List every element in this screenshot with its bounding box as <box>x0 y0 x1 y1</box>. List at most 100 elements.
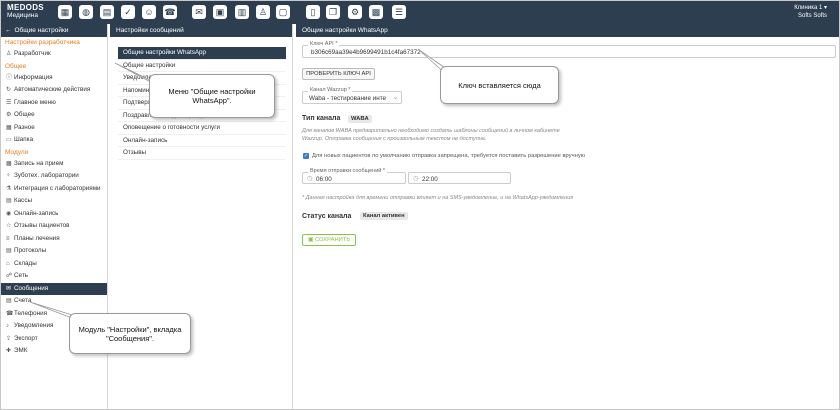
calendar-icon: ▦ <box>6 160 12 167</box>
sidebar-item-label: Экспорт <box>14 334 38 342</box>
wazzup-channel-value: Waba - тестирование инте <box>309 95 387 102</box>
sidebar-item-label: Информация <box>14 73 53 81</box>
sidebar-item-label: Шапка <box>14 136 34 143</box>
document-icon[interactable]: ▤ <box>100 5 114 19</box>
whatsapp-settings-panel: Общие настройки WhatsApp b306c69aa39e4b9… <box>296 24 839 409</box>
sidebar-item[interactable]: ⚙ Общее <box>1 109 107 122</box>
network-icon: ☍ <box>6 273 13 279</box>
sidebar-item-label: Сеть <box>14 272 29 279</box>
sidebar-item-label: Протоколы <box>14 247 47 254</box>
phone-icon[interactable]: ☎ <box>163 5 177 19</box>
sidebar-section-header: Настройки разработчика <box>5 39 80 46</box>
person-icon: ♙ <box>6 51 12 57</box>
time-to-value: 22:00 <box>422 176 438 183</box>
gear-icon: ⚙ <box>6 112 12 118</box>
sidebar-item-label: Разработчик <box>14 50 51 57</box>
clinic-user-info[interactable]: Клиника 1 Softs Softs <box>794 4 827 20</box>
clinic-name[interactable]: Клиника 1 <box>794 4 827 12</box>
messages-settings-item[interactable]: Общие настройки <box>118 60 286 72</box>
sidebar-item-label: Телефония <box>14 309 48 317</box>
warehouse-icon: ⌂ <box>6 260 10 267</box>
gear-icon[interactable]: ⚙ <box>348 5 362 19</box>
sidebar-item-label: Планы лечения <box>14 234 60 242</box>
sidebar-item[interactable]: ↻ Автоматические действия <box>1 84 107 97</box>
list-icon[interactable]: ☰ <box>392 5 406 19</box>
sidebar-item[interactable]: ⌂ Склады <box>1 258 107 271</box>
wazzup-channel-label: Канал Wazzup * <box>308 87 353 93</box>
copy-icon[interactable]: ❐ <box>326 5 340 19</box>
sidebar-item[interactable]: ▦ Разное <box>1 122 107 135</box>
sidebar-item-label: Онлайн-запись <box>14 209 59 217</box>
handshake-icon[interactable]: ◍ <box>79 5 93 19</box>
save-button-label: СОХРАНИТЬ <box>314 237 351 243</box>
waba-hint: Для каналов WABA предварительно необходи… <box>302 128 560 142</box>
mail-icon[interactable]: ✉ <box>192 5 206 19</box>
time-to-input[interactable]: ◷ 22:00 <box>408 172 511 184</box>
star-icon: ☆ <box>6 223 12 229</box>
sidebar-item[interactable]: ▦ Запись на прием <box>1 158 107 171</box>
messages-settings-item[interactable]: Общие настройки WhatsApp <box>118 47 286 60</box>
callout-module-tab: Модуль "Настройки", вкладка "Сообщения". <box>69 313 191 354</box>
clock-icon: ◷ <box>307 175 313 182</box>
sidebar-item-label: Разное <box>14 123 35 131</box>
globe-icon: ◉ <box>6 210 12 217</box>
user-card-icon[interactable]: ▣ <box>213 5 227 19</box>
messages-settings-item[interactable]: Отзывы <box>118 147 286 160</box>
api-key-input[interactable]: b306c69aa39e4b9699491b1c4fa67372 <box>302 45 836 58</box>
channel-type-label: Тип канала <box>302 115 341 122</box>
new-patients-checkbox[interactable]: ✓ <box>303 153 309 159</box>
user-name[interactable]: Softs Softs <box>794 12 827 20</box>
sidebar-item-label: Счета <box>14 297 32 304</box>
check-api-key-button[interactable]: ПРОВЕРИТЬ КЛЮЧ API <box>302 68 375 80</box>
sidebar-item[interactable]: ♆ Зуботех. лаборатории <box>1 170 107 183</box>
building-icon[interactable]: ▩ <box>369 5 383 19</box>
sidebar-item[interactable]: ☍ Сеть <box>1 270 107 283</box>
sidebar-item-label: Интеграция с лабораториями <box>14 184 101 192</box>
cash-icon: ▤ <box>6 198 12 204</box>
channel-status-label: Статус канала <box>302 213 352 220</box>
id-card-icon[interactable]: ▢ <box>276 5 290 19</box>
sidebar-item[interactable]: ✉ Сообщения <box>1 282 107 295</box>
top-navigation-bar: MEDODS Медицина ▦ ◍ ▤ ✓ ☺ ☎ ✉ ▣ ▥ ♙ ▢ ▯ ❐ ⚙ ▩ ☰ Клиника… <box>1 1 839 24</box>
sidebar-item[interactable]: ⓘ Информация <box>1 72 107 85</box>
menu-icon: ☰ <box>6 99 12 106</box>
sidebar-item[interactable]: ⚗ Интеграция с лабораториями <box>1 183 107 196</box>
time-hint: * Данная настройка для времени отправки … <box>302 195 574 201</box>
clock-icon: ◷ <box>413 175 419 182</box>
brand-name: MEDODS <box>7 3 44 12</box>
channel-status-badge: Канал активен <box>360 212 408 220</box>
chevron-down-icon: ⌄ <box>392 94 398 101</box>
whatsapp-settings-title: Общие настройки WhatsApp <box>296 24 839 37</box>
calendar-icon[interactable]: ▦ <box>58 5 72 19</box>
sidebar-header[interactable]: ← Общие настройки <box>1 24 107 37</box>
sidebar-item[interactable]: ▤ Протоколы <box>1 245 107 258</box>
messages-settings-item[interactable]: Оповещение о готовности услуги <box>118 122 286 135</box>
flask-icon: ⚗ <box>6 185 12 192</box>
save-icon: ▣ <box>307 237 315 243</box>
sidebar-item[interactable]: ◉ Онлайн-запись <box>1 208 107 221</box>
sidebar-item[interactable]: ▭ Шапка <box>1 134 107 147</box>
doc-icon: ▤ <box>6 248 12 254</box>
sidebar-item-label: Автоматические действия <box>14 86 91 93</box>
sidebar-item[interactable]: ☰ Главное меню <box>1 97 107 110</box>
group-icon[interactable]: ☺ <box>142 5 156 19</box>
header-icon: ▭ <box>6 137 12 143</box>
check-icon[interactable]: ✓ <box>121 5 135 19</box>
sidebar-item[interactable]: ♙ Разработчик <box>1 48 107 61</box>
messages-settings-item[interactable]: Онлайн-запись <box>118 135 286 147</box>
sidebar-item-label: Склады <box>14 259 37 267</box>
phone-icon: ☎ <box>6 310 14 317</box>
books-icon[interactable]: ▯ <box>306 5 320 19</box>
sidebar-item[interactable]: ▤ Кассы <box>1 195 107 208</box>
brand-subtitle: Медицина <box>7 12 38 19</box>
channel-type-badge: WABA <box>348 115 372 123</box>
chart-icon[interactable]: ▥ <box>235 5 249 19</box>
sidebar-item[interactable]: ☆ Отзывы пациентов <box>1 220 107 233</box>
sidebar-item[interactable]: ▤ Счета <box>1 295 107 308</box>
new-patients-label: Для новых пациентов по умолчанию отправк… <box>312 153 586 159</box>
sidebar-item-label: Уведомления <box>14 322 54 329</box>
save-button[interactable]: ▣ СОХРАНИТЬ <box>302 234 356 246</box>
brand-logo[interactable]: MEDODS Медицина <box>7 4 44 20</box>
person-icon[interactable]: ♙ <box>256 5 270 19</box>
sidebar-item[interactable]: ≡ Планы лечения <box>1 233 107 246</box>
